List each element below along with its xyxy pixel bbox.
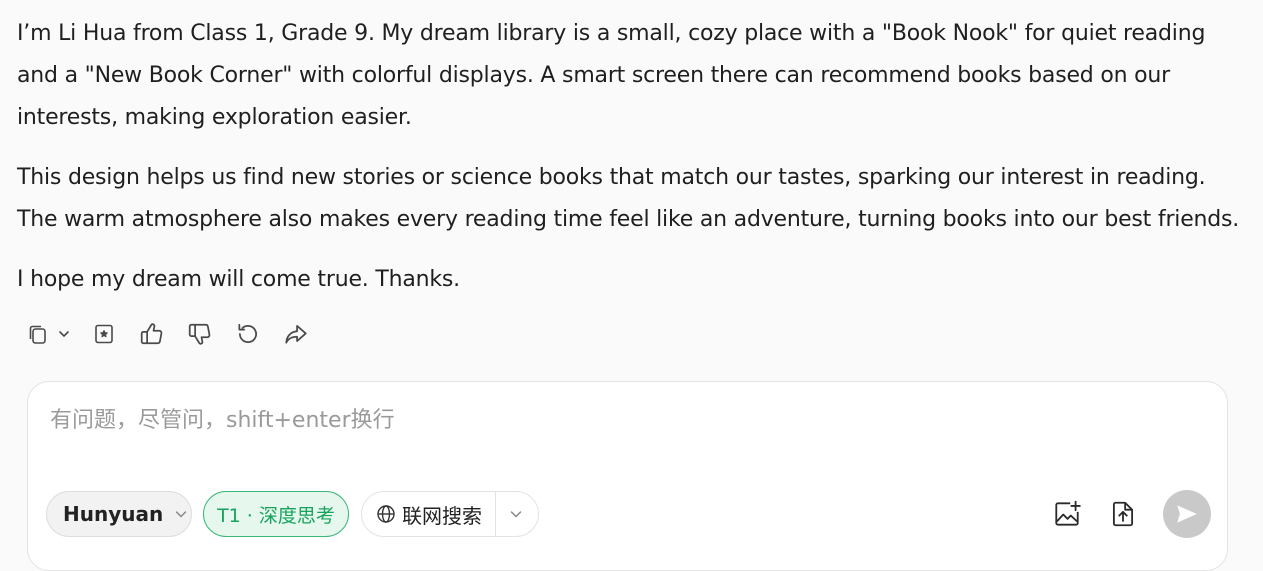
message-paragraph-2: This design helps us find new stories or… (17, 165, 1240, 232)
deep-think-toggle[interactable]: T1 · 深度思考 (203, 491, 349, 537)
share-button[interactable] (280, 318, 312, 350)
dislike-button[interactable] (184, 318, 216, 350)
deep-think-label: T1 · 深度思考 (217, 504, 335, 527)
send-button[interactable] (1163, 490, 1211, 538)
regenerate-button[interactable] (232, 318, 264, 350)
copy-button[interactable] (22, 318, 54, 350)
regenerate-icon (238, 323, 257, 343)
send-icon (1177, 505, 1197, 523)
assistant-message: I’m Li Hua from Class 1, Grade 9. My dre… (17, 13, 1242, 319)
message-paragraph-1: I’m Li Hua from Class 1, Grade 9. My dre… (17, 21, 1206, 130)
model-label: Hunyuan (63, 502, 164, 526)
bookmark-star-icon (95, 324, 113, 344)
chat-composer: Hunyuan T1 · 深度思考 联网搜索 (27, 381, 1228, 571)
copy-icon (29, 325, 46, 344)
web-search-toggle[interactable]: 联网搜索 (361, 491, 539, 537)
model-selector[interactable]: Hunyuan (46, 491, 192, 537)
thumbs-down-icon (188, 323, 211, 345)
chevron-down-icon (510, 511, 522, 518)
globe-icon (376, 504, 396, 524)
chevron-down-icon (59, 331, 69, 337)
message-paragraph-3: I hope my dream will come true. Thanks. (17, 267, 460, 292)
bookmark-button[interactable] (88, 318, 120, 350)
like-button[interactable] (136, 318, 168, 350)
image-add-icon (1055, 500, 1081, 526)
search-options-dropdown[interactable] (508, 492, 524, 536)
file-upload-icon (1112, 501, 1134, 527)
web-search-label: 联网搜索 (402, 503, 482, 528)
thumbs-up-icon (140, 323, 163, 345)
share-icon (285, 325, 307, 344)
message-input[interactable] (50, 402, 1200, 462)
chevron-down-icon (173, 506, 189, 522)
upload-image-button[interactable] (1050, 497, 1084, 531)
copy-group (22, 318, 72, 350)
message-action-bar (22, 318, 328, 350)
upload-file-button[interactable] (1106, 497, 1140, 531)
divider (495, 492, 496, 536)
copy-options-dropdown[interactable] (56, 318, 72, 350)
